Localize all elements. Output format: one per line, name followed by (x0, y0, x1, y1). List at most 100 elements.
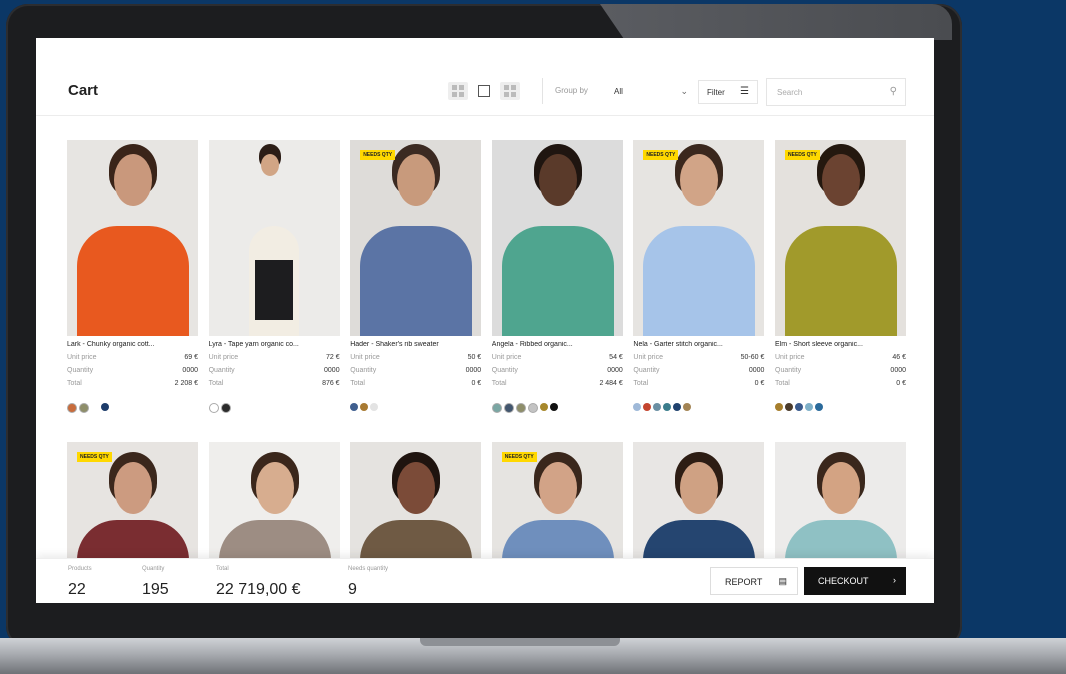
unit-price-row: Unit price 50 € (350, 354, 481, 361)
color-swatch[interactable] (673, 403, 682, 411)
group-by-label: Group by (555, 86, 588, 95)
color-swatch[interactable] (350, 403, 359, 411)
model-face (538, 154, 577, 206)
filter-button[interactable]: Filter ☰ (698, 80, 758, 104)
unit-price-label: Unit price (67, 354, 97, 361)
product-image[interactable]: NEEDS QTY (491, 442, 623, 560)
color-swatch[interactable] (663, 403, 672, 411)
large-grid-view-button[interactable] (500, 82, 520, 100)
unit-price-row: Unit price 46 € (775, 354, 906, 361)
product-image[interactable]: NEEDS QTY (633, 140, 765, 336)
group-by-select[interactable]: All ⌄ (612, 80, 692, 104)
color-swatch[interactable] (633, 403, 642, 411)
report-button[interactable]: REPORT ▤ (710, 567, 798, 595)
color-swatch[interactable] (370, 403, 379, 411)
product-name[interactable]: Elm - Short sleeve organic... (775, 341, 906, 348)
quantity-label: Quantity (633, 367, 660, 374)
color-swatch[interactable] (79, 403, 89, 413)
product-image[interactable] (67, 140, 198, 336)
unit-price-value: 54 € (609, 354, 623, 361)
color-swatch[interactable] (653, 403, 662, 411)
unit-price-value: 46 € (892, 354, 906, 361)
product-name[interactable]: Nela - Garter stitch organic... (633, 341, 764, 348)
quantity-value[interactable]: 0000 (749, 367, 765, 374)
color-swatch[interactable] (360, 403, 369, 411)
product-image[interactable]: NEEDS QTY (67, 442, 198, 560)
quantity-value[interactable]: 0000 (890, 367, 906, 374)
garment (360, 226, 473, 336)
model-face (260, 154, 279, 176)
unit-price-value: 50 € (467, 354, 482, 361)
color-swatch[interactable] (805, 403, 813, 411)
total-label: Total (208, 380, 224, 387)
quantity-label: Quantity (67, 367, 94, 374)
total-value: 0 € (754, 380, 765, 387)
color-swatch[interactable] (515, 403, 526, 413)
color-swatch[interactable] (91, 403, 99, 411)
color-swatch[interactable] (527, 403, 538, 413)
color-swatch[interactable] (491, 403, 502, 413)
product-name[interactable]: Hader - Shaker's rib sweater (350, 341, 481, 348)
color-swatch[interactable] (775, 403, 783, 411)
total-row: Total 0 € (775, 380, 906, 387)
quantity-row: Quantity 0000 (209, 367, 340, 374)
lid-reflection (600, 4, 952, 40)
color-swatches (67, 403, 109, 413)
total-label: Total (350, 380, 365, 387)
model-face (538, 462, 577, 514)
color-swatch[interactable] (220, 403, 231, 413)
product-name[interactable]: Angela - Ribbed organic... (492, 341, 623, 348)
color-swatch[interactable] (101, 403, 109, 411)
color-swatch[interactable] (785, 403, 793, 411)
color-swatch[interactable] (643, 403, 652, 411)
garment (501, 226, 614, 336)
product-image[interactable] (633, 442, 765, 560)
page-title: Cart (68, 82, 99, 99)
filter-sliders-icon: ☰ (740, 86, 749, 97)
quantity-row: Quantity 0000 (633, 367, 764, 374)
quantity-value[interactable]: 0000 (324, 367, 340, 374)
product-image[interactable] (208, 140, 340, 336)
model-face (114, 462, 152, 514)
unit-price-label: Unit price (775, 354, 805, 361)
product-image[interactable] (775, 442, 906, 560)
color-swatch[interactable] (795, 403, 803, 411)
product-name[interactable]: Lark - Chunky organic cott... (67, 341, 198, 348)
quantity-row: Quantity 0000 (350, 367, 481, 374)
color-swatch[interactable] (683, 403, 692, 411)
unit-price-label: Unit price (208, 354, 239, 361)
search-input[interactable]: Search ⚲ (766, 78, 906, 106)
product-image[interactable]: NEEDS QTY (350, 140, 482, 336)
quantity-row: Quantity 0000 (775, 367, 906, 374)
color-swatch[interactable] (208, 403, 219, 413)
product-name[interactable]: Lyra - Tape yarn organic co... (209, 341, 340, 348)
color-swatch[interactable] (503, 403, 514, 413)
products-count: 22 (68, 581, 86, 598)
checkout-button[interactable]: CHECKOUT › (804, 567, 906, 595)
needs-qty-badge: NEEDS QTY (643, 150, 679, 160)
color-swatch[interactable] (539, 403, 548, 411)
model-face (255, 462, 294, 514)
color-swatch[interactable] (67, 403, 77, 413)
quantity-value[interactable]: 0000 (466, 367, 482, 374)
color-swatch[interactable] (549, 403, 558, 411)
grid-view-button[interactable] (474, 82, 494, 100)
products-label: Products (68, 566, 92, 572)
quantity-value[interactable]: 0000 (607, 367, 623, 374)
product-image[interactable]: NEEDS QTY (775, 140, 906, 336)
list-view-button[interactable] (448, 82, 468, 100)
garment (643, 226, 756, 336)
color-swatch[interactable] (815, 403, 823, 411)
chevron-down-icon: ⌄ (680, 86, 688, 96)
model-trousers (254, 260, 293, 320)
product-image[interactable] (208, 442, 340, 560)
unit-price-value: 72 € (325, 354, 340, 361)
grid-view-icon (478, 85, 490, 97)
total-value: 22 719,00 € (216, 581, 301, 598)
total-label: Total (67, 380, 82, 387)
quantity-value[interactable]: 0000 (182, 367, 198, 374)
product-image[interactable] (350, 442, 482, 560)
needs-qty-badge: NEEDS QTY (77, 452, 112, 462)
product-image[interactable] (491, 140, 623, 336)
quantity-label: Quantity (142, 566, 165, 572)
